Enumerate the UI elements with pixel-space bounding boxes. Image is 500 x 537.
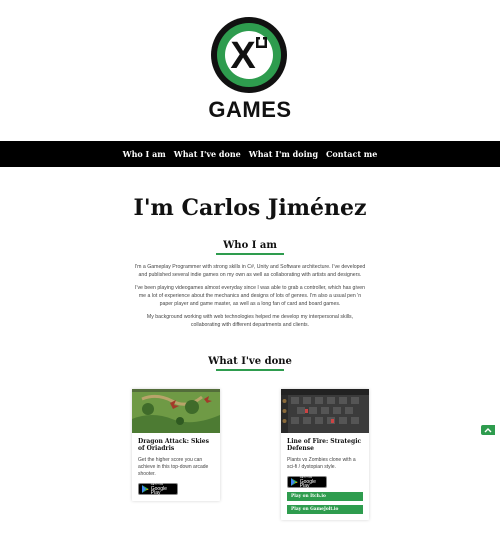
about-paragraph: My background working with web technolog… (146, 314, 354, 328)
play-on-itchio-button[interactable]: Play on Itch.io (287, 492, 363, 501)
section-title-who-i-am: Who I am (223, 240, 277, 251)
play-on-gamejolt-button[interactable]: Play on GameJolt.io (287, 505, 363, 514)
section-title-what-ive-done: What I've done (208, 356, 292, 367)
logo-wordmark: GAMES (208, 97, 292, 122)
chevron-up-icon (484, 427, 492, 432)
hero-title: I'm Carlos Jiménez (133, 195, 367, 221)
svg-text:X: X (230, 35, 256, 77)
project-title: Dragon Attack: Skies of Oriadris (138, 438, 209, 452)
project-card-dragon-attack: Dragon Attack: Skies of Oriadris Get the… (132, 389, 220, 501)
about-paragraph: I've been playing videogames almost ever… (135, 285, 365, 307)
nav-link-what-im-doing[interactable]: What I'm doing (249, 149, 318, 159)
badge-store-name: Google Play (299, 479, 316, 489)
google-play-icon (291, 478, 298, 486)
project-description: Get the higher score you can achieve in … (138, 457, 209, 477)
project-title: Line of Fire: Strategic Defense (287, 438, 362, 452)
google-play-badge[interactable]: GET IT ON Google Play (138, 483, 178, 496)
badge-store-name: Google Play (150, 486, 167, 496)
google-play-badge[interactable]: GET IT ON Google Play (287, 476, 327, 489)
dragon-attack-screenshot (132, 389, 220, 433)
nav-link-what-ive-done[interactable]: What I've done (174, 149, 241, 159)
nav-link-contact-me[interactable]: Contact me (326, 149, 377, 159)
nav-link-who-i-am[interactable]: Who I am (123, 149, 166, 159)
section-underline (216, 253, 284, 255)
scroll-to-top-button[interactable] (481, 425, 495, 435)
main-navbar: Who I am What I've done What I'm doing C… (0, 141, 500, 167)
x-games-logo: X (211, 17, 287, 93)
google-play-icon (142, 485, 149, 493)
about-paragraph: I'm a Gameplay Programmer with strong sk… (134, 264, 366, 278)
project-card-line-of-fire: Line of Fire: Strategic Defense Plants v… (281, 389, 369, 520)
line-of-fire-screenshot (281, 389, 369, 433)
project-description: Plants vs Zombies clone with a sci-fi / … (287, 457, 356, 470)
section-underline (216, 369, 284, 371)
